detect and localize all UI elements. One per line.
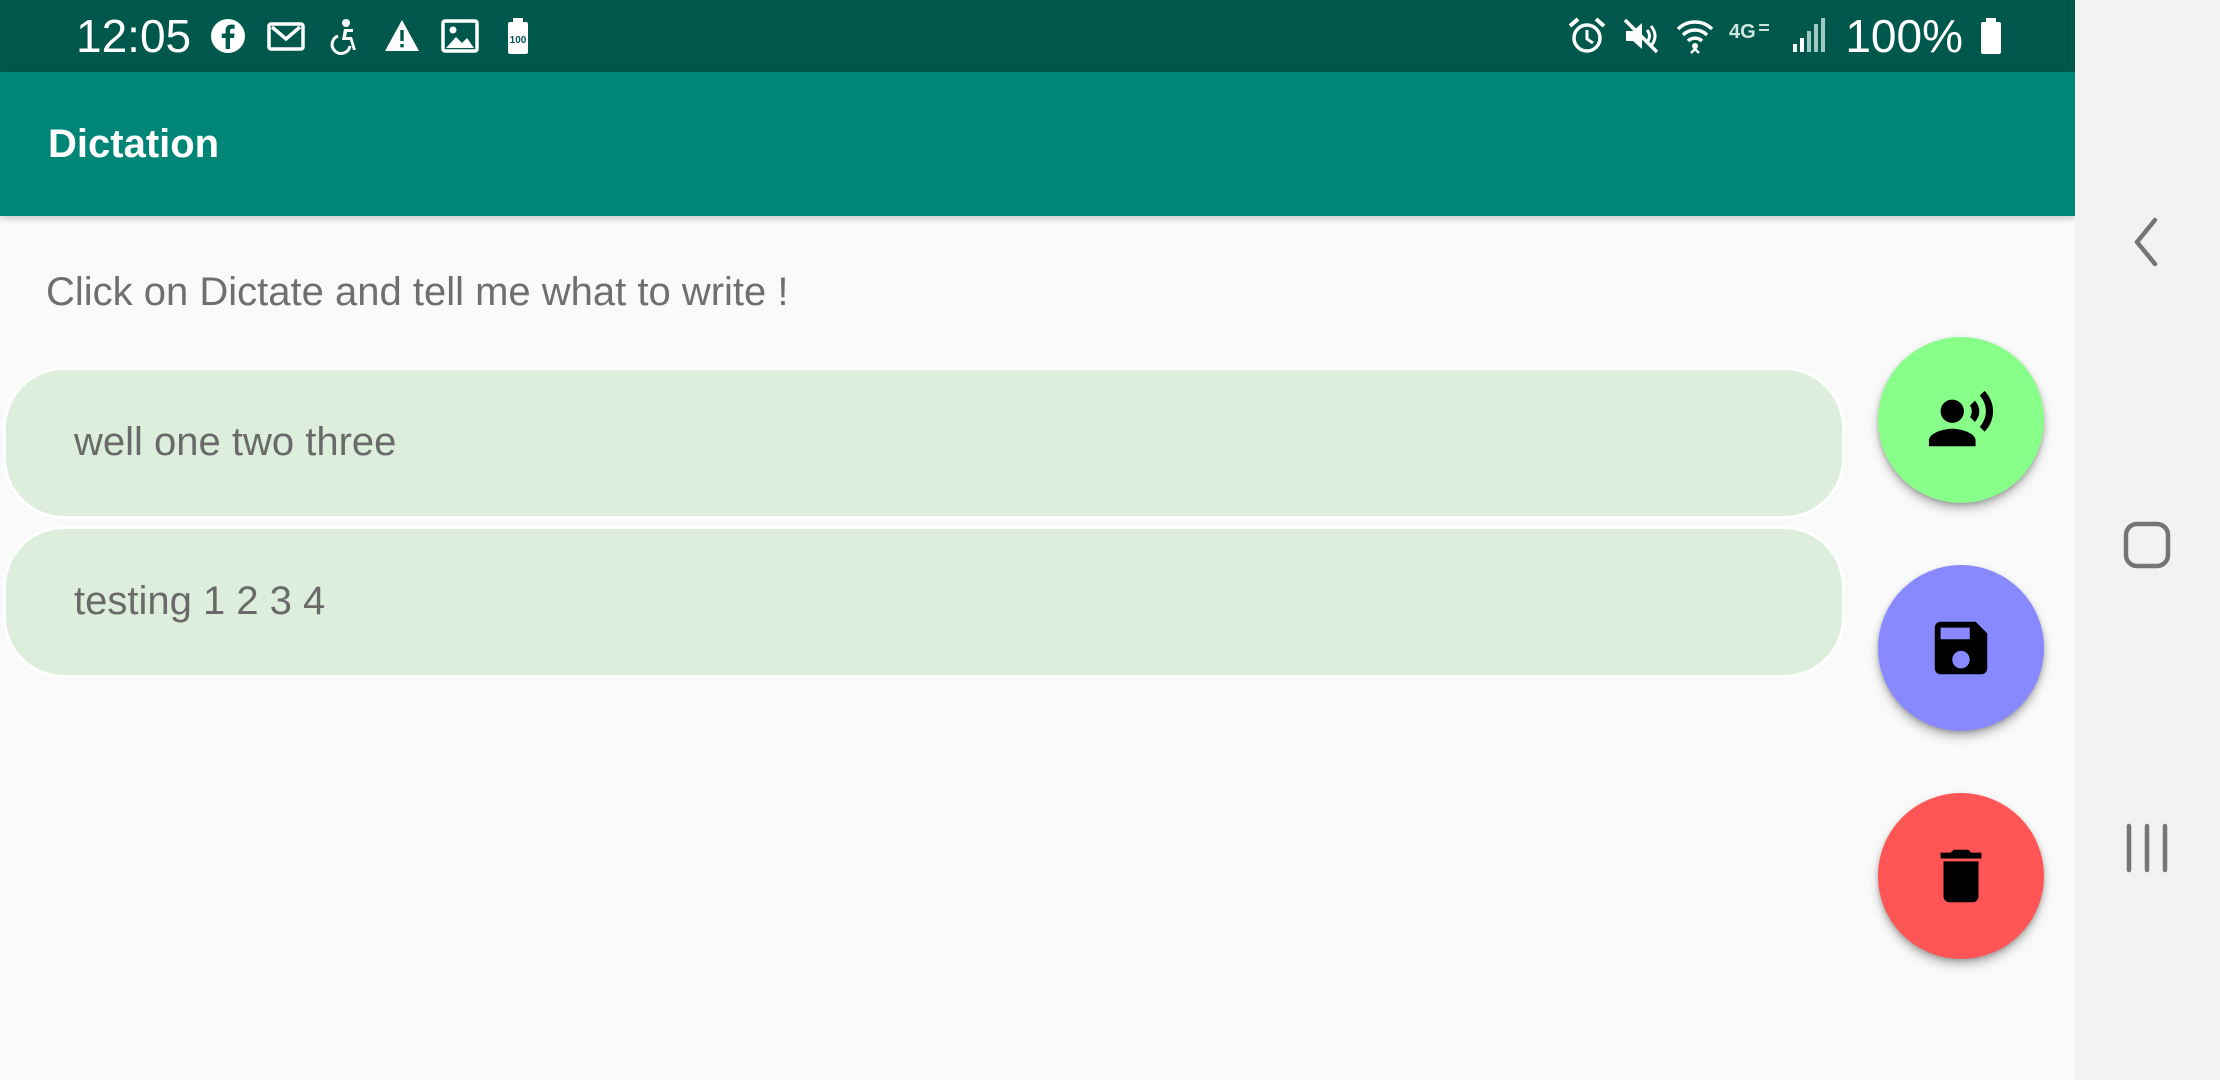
back-icon [2117,212,2177,272]
battery-percent: 100% [1845,10,1963,62]
instruction-text: Click on Dictate and tell me what to wri… [46,270,789,314]
recent-apps-button[interactable] [2107,808,2187,888]
gmail-icon [266,16,306,56]
app-screen: 12:05 100 4G 100% Dictation Click on Dic… [0,0,2075,1080]
alarm-icon [1567,16,1607,56]
dictation-entry[interactable]: testing 1 2 3 4 [6,529,1842,675]
lte-icon: 4G [1729,16,1773,56]
dictation-entry-text: well one two three [74,420,397,464]
recent-apps-icon [2117,818,2177,878]
system-status-icons: 4G 100% [1567,12,2005,60]
accessibility-icon [324,16,364,56]
warning-icon [382,16,422,56]
image-icon [440,16,480,56]
svg-text:4G: 4G [1729,21,1756,43]
dictation-entry[interactable]: well one two three [6,370,1842,516]
notification-icons: 100 [208,14,538,58]
record-voice-icon [1926,385,1996,455]
save-button[interactable] [1878,565,2044,731]
delete-icon [1926,841,1996,911]
battery-saver-icon: 100 [498,16,538,56]
navigation-bar [2075,0,2220,1080]
dictation-entry-text: testing 1 2 3 4 [74,579,326,623]
home-button[interactable] [2107,505,2187,585]
wifi-icon [1675,16,1715,56]
status-time: 12:05 [76,10,192,62]
app-bar: Dictation [0,72,2075,216]
facebook-icon [208,16,248,56]
save-icon [1926,613,1996,683]
dictate-button[interactable] [1878,337,2044,503]
svg-text:100: 100 [510,35,527,46]
back-button[interactable] [2107,202,2187,282]
status-bar: 12:05 100 4G 100% [0,0,2075,72]
mute-icon [1621,16,1661,56]
home-icon [2117,515,2177,575]
app-title: Dictation [48,122,220,166]
delete-button[interactable] [1878,793,2044,959]
signal-icon [1787,16,1827,56]
battery-icon [1977,16,2005,56]
